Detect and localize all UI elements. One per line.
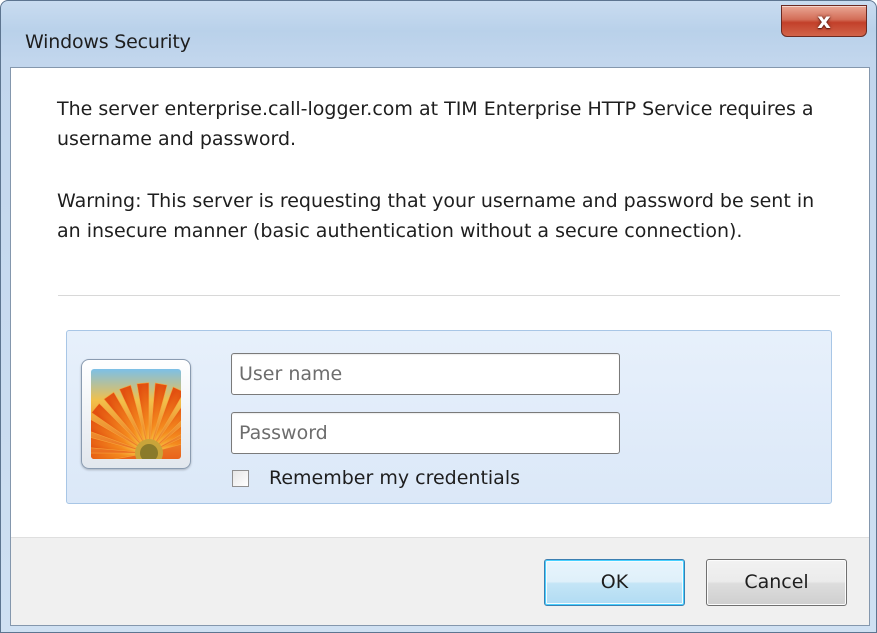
- divider: [58, 295, 840, 296]
- server-message: The server enterprise.call-logger.com at…: [57, 98, 814, 150]
- windows-security-dialog: Windows Security x The server enterprise…: [0, 0, 877, 633]
- close-icon: x: [817, 9, 831, 33]
- ok-button[interactable]: OK: [544, 559, 685, 606]
- button-bar: OK Cancel: [11, 537, 869, 625]
- username-field[interactable]: [231, 353, 620, 395]
- window-title: Windows Security: [25, 31, 191, 53]
- flower-avatar-icon: [91, 369, 181, 459]
- password-field[interactable]: [231, 412, 620, 454]
- remember-checkbox[interactable]: [232, 469, 249, 487]
- cancel-button[interactable]: Cancel: [706, 559, 847, 606]
- dialog-content: The server enterprise.call-logger.com at…: [10, 67, 870, 626]
- remember-credentials-option[interactable]: Remember my credentials: [232, 465, 520, 491]
- close-button[interactable]: x: [781, 5, 867, 37]
- title-bar[interactable]: Windows Security x: [1, 1, 876, 65]
- credential-tile: Remember my credentials: [66, 330, 832, 504]
- remember-label: Remember my credentials: [269, 467, 521, 489]
- security-warning: Warning: This server is requesting that …: [57, 190, 815, 242]
- user-avatar: [81, 359, 191, 469]
